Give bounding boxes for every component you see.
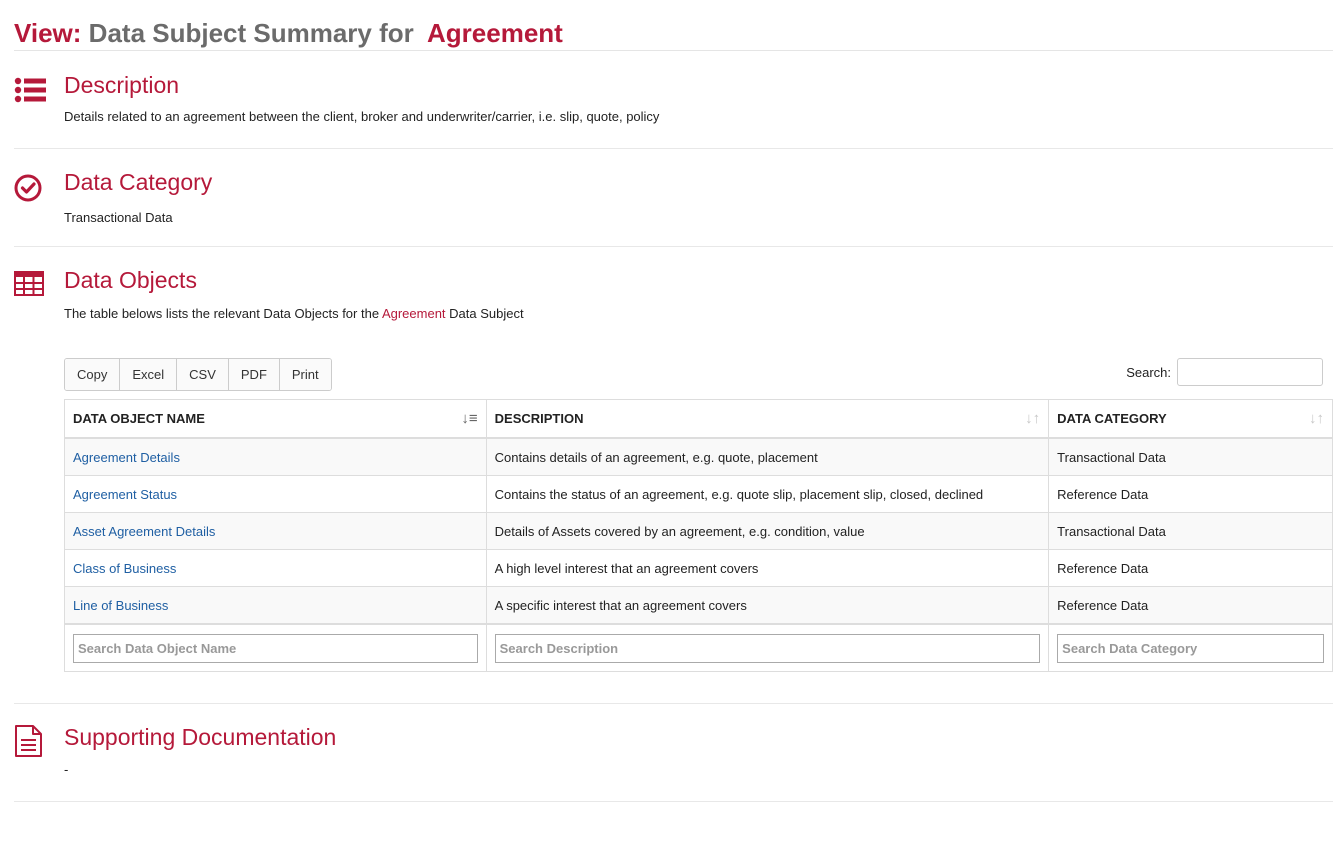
table-header-row: DATA OBJECT NAME ↓≡ DESCRIPTION ↓↑ DATA CA…: [64, 399, 1333, 439]
filter-cell-description: [486, 623, 1050, 672]
cell-name: Line of Business: [64, 586, 487, 625]
cell-description: Contains details of an agreement, e.g. q…: [486, 438, 1050, 476]
cell-description: Contains the status of an agreement, e.g…: [486, 475, 1050, 513]
data-objects-section: Data Objects The table belows lists the …: [14, 247, 1333, 704]
column-filter-row: [64, 623, 1333, 672]
filter-name-input[interactable]: [73, 633, 478, 663]
cell-category: Reference Data: [1048, 586, 1333, 625]
table-row: Class of Business A high level interest …: [64, 549, 1333, 587]
supporting-documentation-heading: Supporting Documentation: [64, 724, 337, 750]
data-object-link[interactable]: Agreement Status: [73, 487, 177, 502]
page-title: View: Data Subject Summary for Agreement: [14, 0, 1333, 51]
filter-category-input[interactable]: [1057, 633, 1324, 663]
check-circle-icon: [14, 174, 42, 202]
sort-icon: ↓↑: [1025, 410, 1041, 427]
data-objects-table: DATA OBJECT NAME ↓≡ DESCRIPTION ↓↑ DATA CA…: [64, 399, 1333, 672]
cell-category: Transactional Data: [1048, 438, 1333, 476]
column-header-name-label: DATA OBJECT NAME: [73, 411, 205, 426]
copy-button[interactable]: Copy: [65, 359, 121, 390]
sort-icon: ↓↑: [1309, 410, 1324, 427]
excel-button[interactable]: Excel: [120, 359, 178, 390]
cell-description: A high level interest that an agreement …: [486, 549, 1050, 587]
table-icon: [14, 271, 44, 296]
print-button[interactable]: Print: [279, 359, 331, 390]
cell-name: Agreement Details: [64, 438, 487, 476]
column-header-name[interactable]: DATA OBJECT NAME ↓≡: [64, 399, 487, 439]
data-objects-text: The table belows lists the relevant Data…: [64, 305, 524, 323]
data-category-heading: Data Category: [64, 169, 213, 195]
column-header-category-label: DATA CATEGORY: [1057, 411, 1167, 426]
title-subject: Agreement: [427, 18, 563, 48]
data-category-section: Data Category Transactional Data: [14, 149, 1333, 247]
cell-description: A specific interest that an agreement co…: [486, 586, 1050, 625]
table-row: Agreement Status Contains the status of …: [64, 475, 1333, 513]
filter-cell-name: [64, 623, 487, 672]
data-object-link[interactable]: Agreement Details: [73, 450, 180, 465]
description-heading: Description: [64, 72, 180, 98]
pdf-button[interactable]: PDF: [228, 359, 280, 390]
table-row: Agreement Details Contains details of an…: [64, 438, 1333, 476]
column-header-category[interactable]: DATA CATEGORY ↓↑: [1048, 399, 1333, 439]
data-objects-text-before: The table belows lists the relevant Data…: [64, 306, 380, 321]
table-row: Line of Business A specific interest tha…: [64, 586, 1333, 625]
data-object-link[interactable]: Class of Business: [73, 561, 176, 576]
column-header-description-label: DESCRIPTION: [494, 411, 584, 426]
description-section: Description Details related to an agreem…: [14, 51, 1333, 149]
csv-button[interactable]: CSV: [177, 359, 229, 390]
cell-name: Class of Business: [64, 549, 487, 587]
filter-description-input[interactable]: [494, 633, 1041, 663]
cell-description: Details of Assets covered by an agreemen…: [486, 512, 1050, 550]
data-category-text: Transactional Data: [64, 210, 173, 225]
data-objects-text-after: Data Subject: [449, 306, 524, 321]
supporting-documentation-section: Supporting Documentation -: [14, 704, 1333, 802]
sort-ascending-icon: ↓≡: [461, 410, 478, 427]
list-icon: [14, 77, 46, 103]
export-toolbar: Copy Excel CSV PDF Print: [64, 358, 332, 391]
data-object-link[interactable]: Asset Agreement Details: [73, 524, 215, 539]
document-icon: [15, 725, 42, 757]
data-object-link[interactable]: Line of Business: [73, 598, 168, 613]
description-text: Details related to an agreement between …: [64, 109, 660, 124]
column-header-description[interactable]: DESCRIPTION ↓↑: [486, 399, 1050, 439]
cell-name: Asset Agreement Details: [64, 512, 487, 550]
title-prefix: View:: [14, 18, 82, 48]
cell-name: Agreement Status: [64, 475, 487, 513]
supporting-documentation-text: -: [64, 762, 69, 777]
table-search: Search:: [1126, 358, 1323, 386]
cell-category: Transactional Data: [1048, 512, 1333, 550]
filter-cell-category: [1048, 623, 1333, 672]
search-input[interactable]: [1177, 358, 1323, 386]
data-objects-heading: Data Objects: [64, 267, 197, 293]
data-objects-subject-link[interactable]: Agreement: [382, 306, 446, 321]
cell-category: Reference Data: [1048, 549, 1333, 587]
table-row: Asset Agreement Details Details of Asset…: [64, 512, 1333, 550]
title-main: Data Subject Summary for: [88, 18, 414, 48]
cell-category: Reference Data: [1048, 475, 1333, 513]
search-label: Search:: [1126, 364, 1171, 380]
page: View: Data Subject Summary for Agreement…: [14, 0, 1333, 802]
